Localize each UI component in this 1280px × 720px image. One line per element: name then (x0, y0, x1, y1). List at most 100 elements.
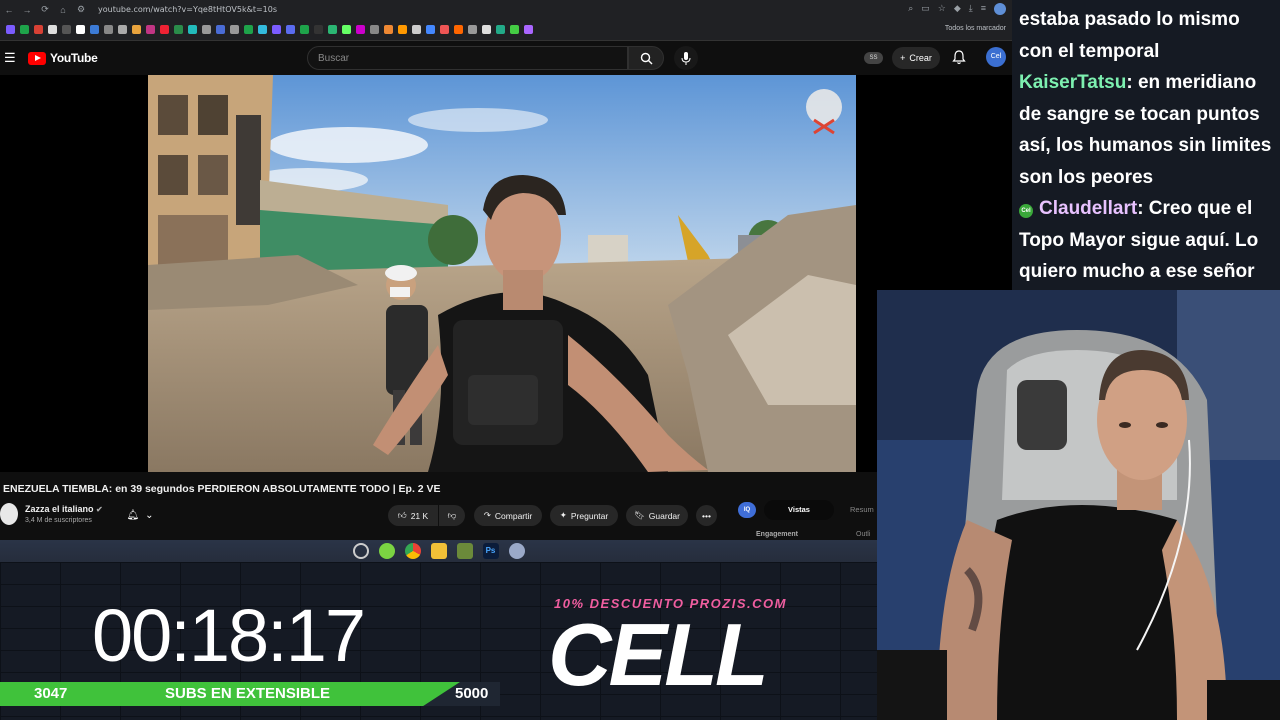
all-bookmarks-folder[interactable]: Todos los marcador (945, 25, 1006, 32)
bookmark-icon[interactable] (398, 25, 407, 34)
ask-button[interactable]: ✦ Preguntar (550, 505, 618, 526)
video-player[interactable] (148, 75, 856, 472)
home-icon[interactable]: ⌂ (54, 5, 72, 15)
bookmark-icon[interactable] (300, 25, 309, 34)
channel-name-text: Zazza el italiano (25, 504, 94, 514)
hamburger-menu-icon[interactable]: ☰ (4, 50, 16, 66)
bookmark-icon[interactable] (62, 25, 71, 34)
create-label: Crear (909, 53, 932, 63)
bookmark-icon[interactable] (370, 25, 379, 34)
notifications-bell-icon[interactable] (952, 50, 966, 65)
app-green-icon[interactable] (378, 543, 395, 559)
reload-icon[interactable]: ⟳ (36, 4, 54, 15)
bookmark-icon[interactable] (216, 25, 225, 34)
extension-iq-chip[interactable]: IQ (738, 502, 756, 518)
bookmark-icon[interactable] (496, 25, 505, 34)
bookmark-icon[interactable] (76, 25, 85, 34)
extension-badge[interactable]: SS (864, 52, 883, 64)
bookmark-icon[interactable] (118, 25, 127, 34)
bookmark-icon[interactable] (356, 25, 365, 34)
photoshop-icon[interactable]: Ps (482, 543, 499, 559)
bookmark-icon[interactable] (104, 25, 113, 34)
star-icon[interactable]: ☆ (938, 3, 946, 15)
bookmark-icon[interactable] (426, 25, 435, 34)
extension-icon[interactable]: ◆ (954, 3, 961, 15)
bookmark-icon[interactable] (412, 25, 421, 34)
file-explorer-icon[interactable] (430, 543, 447, 559)
search-icon (640, 52, 652, 64)
ask-label: Preguntar (570, 510, 609, 521)
chat-username[interactable]: KaiserTatsu (1019, 72, 1126, 93)
plus-icon: + (900, 53, 906, 63)
bookmark-icon[interactable] (314, 25, 323, 34)
bookmark-icon[interactable] (258, 25, 267, 34)
site-info-icon[interactable]: ⚙ (72, 4, 90, 15)
bookmark-icon[interactable] (510, 25, 519, 34)
bookmark-icon[interactable] (244, 25, 253, 34)
minecraft-icon[interactable] (456, 543, 473, 559)
share-label: Compartir (494, 510, 533, 521)
bookmark-icon[interactable] (328, 25, 337, 34)
stream-chat: estaba pasado lo mismo con el temporal K… (1012, 0, 1280, 290)
bookmark-icon[interactable] (524, 25, 533, 34)
bookmark-icon[interactable] (454, 25, 463, 34)
obs-icon[interactable] (352, 543, 369, 559)
menu-icon[interactable]: ≡ (981, 3, 986, 15)
tab-vistas[interactable]: Vistas (764, 500, 834, 520)
chat-username[interactable]: Claudellart (1039, 198, 1137, 219)
bookmark-icon[interactable] (6, 25, 15, 34)
url-text[interactable]: youtube.com/watch?v=Yqe8tHtOV5k&t=10s (98, 5, 277, 14)
chat-badge-icon: Cel (1019, 204, 1033, 218)
channel-name[interactable]: Zazza el italiano ✔ (25, 504, 103, 514)
bookmark-icon[interactable] (384, 25, 393, 34)
sparkle-icon: ✦ (559, 510, 567, 520)
bookmark-icon[interactable] (272, 25, 281, 34)
bookmark-icon[interactable] (34, 25, 43, 34)
search-input[interactable]: Buscar (307, 46, 628, 70)
subscription-bell-button[interactable]: 🔔︎ ⌄ (120, 505, 160, 525)
verified-icon: ✔ (96, 505, 103, 514)
zoom-icon[interactable]: ⌕ (908, 3, 913, 15)
channel-avatar[interactable] (0, 503, 18, 525)
chat-message: estaba pasado lo mismo con el temporal (1019, 4, 1274, 67)
download-icon[interactable]: ⤓ (969, 3, 973, 15)
voice-search-button[interactable] (674, 46, 698, 70)
like-button[interactable]: 👍︎ 21 K (388, 505, 438, 526)
tab-resumen[interactable]: Resum (850, 505, 874, 514)
youtube-logo[interactable]: YouTube (28, 51, 98, 65)
bookmark-icon[interactable] (174, 25, 183, 34)
bookmark-icon[interactable] (160, 25, 169, 34)
bookmark-icon[interactable] (132, 25, 141, 34)
bookmark-icon[interactable] (146, 25, 155, 34)
os-taskbar: Ps (0, 540, 877, 562)
search-button[interactable] (628, 46, 664, 70)
dislike-button[interactable]: 👎︎ (439, 505, 465, 526)
account-avatar[interactable]: Cel (986, 47, 1006, 67)
bookmark-icon[interactable] (48, 25, 57, 34)
channel-subscriber-count: 3,4 M de suscriptores (25, 517, 92, 524)
bookmark-icon[interactable] (90, 25, 99, 34)
forward-icon[interactable]: → (18, 5, 36, 15)
chrome-icon[interactable] (404, 543, 421, 559)
bookmark-icon[interactable] (482, 25, 491, 34)
bookmark-icon[interactable] (342, 25, 351, 34)
share-icon: ↷ (483, 510, 491, 520)
profile-avatar[interactable] (994, 3, 1006, 15)
bookmark-icon[interactable] (440, 25, 449, 34)
cast-icon[interactable]: ▭ (921, 3, 930, 15)
share-button[interactable]: ↷ Compartir (474, 505, 542, 526)
back-icon[interactable]: ← (0, 5, 18, 15)
create-button[interactable]: + Crear (892, 47, 940, 69)
bookmark-icon[interactable] (468, 25, 477, 34)
app-cloud-icon[interactable] (508, 543, 525, 559)
chat-message: Cel Claudellart: Creo que el Topo Mayor s… (1019, 193, 1274, 288)
address-bar[interactable]: ← → ⟳ ⌂ ⚙ youtube.com/watch?v=Yqe8tHtOV5… (0, 0, 1012, 19)
bookmark-icon[interactable] (188, 25, 197, 34)
bookmark-icon[interactable] (20, 25, 29, 34)
screen: ← → ⟳ ⌂ ⚙ youtube.com/watch?v=Yqe8tHtOV5… (0, 0, 1280, 720)
bookmark-icon[interactable] (286, 25, 295, 34)
bookmark-icon[interactable] (202, 25, 211, 34)
more-actions-button[interactable]: ••• (696, 505, 717, 526)
bookmark-icon[interactable] (230, 25, 239, 34)
save-button[interactable]: 🔖︎ Guardar (626, 505, 688, 526)
